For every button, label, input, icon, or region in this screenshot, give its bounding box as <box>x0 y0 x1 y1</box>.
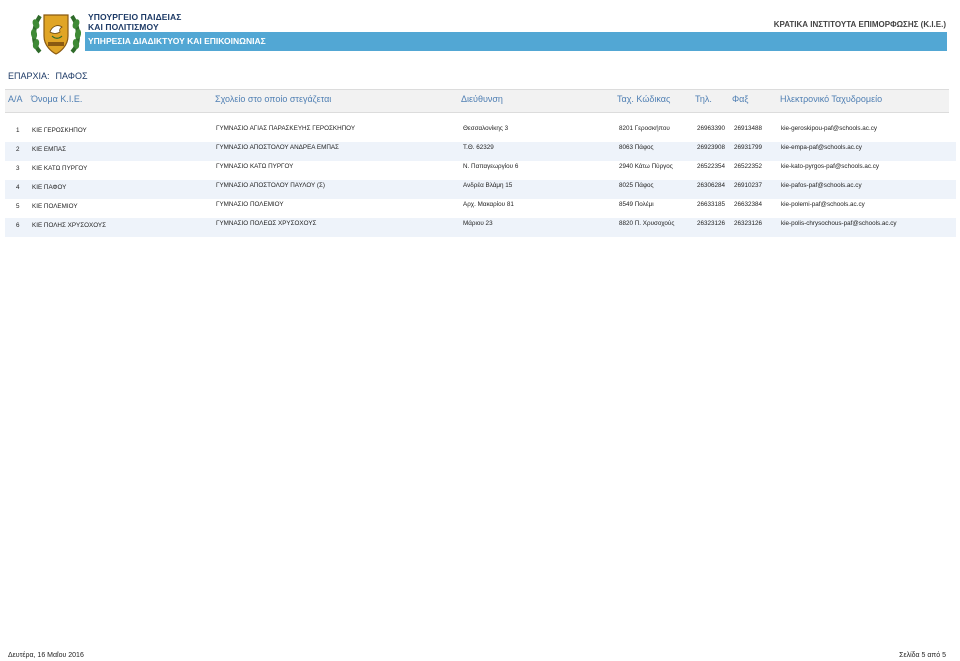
cell-address: Αρχ. Μακαρίου 81 <box>463 201 514 208</box>
cell-email[interactable]: kie-kato-pyrgos-paf@schools.ac.cy <box>781 163 879 170</box>
cell-school: ΓΥΜΝΑΣΙΟ ΑΠΟΣΤΟΛΟΥ ΑΝΔΡΕΑ ΕΜΠΑΣ <box>216 144 339 151</box>
col-header-num: Α/Α <box>8 94 23 104</box>
cell-postal: 2940 Κάτω Πύργος <box>619 163 673 170</box>
footer-page-number: Σελίδα 5 από 5 <box>899 652 946 659</box>
cell-num: 4 <box>16 184 20 191</box>
cell-email[interactable]: kie-polemi-paf@schools.ac.cy <box>781 201 865 208</box>
cell-postal: 8820 Π. Χρυσοχούς <box>619 220 675 227</box>
cell-fax: 26910237 <box>734 182 763 189</box>
table-row: 3 ΚΙΕ ΚΑΤΩ ΠΥΡΓΟΥ ΓΥΜΝΑΣΙΟ ΚΑΤΩ ΠΥΡΓΟΥ Ν… <box>5 161 956 180</box>
cell-school: ΓΥΜΝΑΣΙΟ ΑΠΟΣΤΟΛΟΥ ΠΑΥΛΟΥ (Σ) <box>216 182 325 189</box>
ministry-line-1: ΥΠΟΥΡΓΕΙΟ ΠΑΙΔΕΙΑΣ <box>88 12 182 22</box>
cell-num: 5 <box>16 203 20 210</box>
cell-name: ΚΙΕ ΠΟΛΗΣ ΧΡΥΣΟΧΟΥΣ <box>32 222 107 229</box>
cell-phone: 26306284 <box>697 182 726 189</box>
service-name: ΥΠΗΡΕΣΙΑ ΔΙΑΔΙΚΤΥΟΥ ΚΑΙ ΕΠΙΚΟΙΝΩΝΙΑΣ <box>88 36 266 46</box>
institutes-title: ΚΡΑΤΙΚΑ ΙΝΣΤΙΤΟΥΤΑ ΕΠΙΜΟΡΦΩΣΗΣ (Κ.Ι.Ε.) <box>773 20 946 29</box>
col-header-postal: Ταχ. Κώδικας <box>617 94 671 104</box>
col-header-email: Ηλεκτρονικό Ταχυδρομείο <box>780 94 883 104</box>
col-header-phone: Τηλ. <box>695 94 712 104</box>
cell-school: ΓΥΜΝΑΣΙΟ ΑΓΙΑΣ ΠΑΡΑΣΚΕΥΗΣ ΓΕΡΟΣΚΗΠΟΥ <box>216 125 356 132</box>
table-header: Α/Α Όνομα Κ.Ι.Ε. Σχολείο στο οποίο στεγά… <box>5 89 949 113</box>
cell-name: ΚΙΕ ΕΜΠΑΣ <box>32 146 66 153</box>
table-row: 5 ΚΙΕ ΠΟΛΕΜΙΟΥ ΓΥΜΝΑΣΙΟ ΠΟΛΕΜΙΟΥ Αρχ. Μα… <box>5 199 956 218</box>
cyprus-coat-of-arms-icon <box>30 14 82 55</box>
cell-phone: 26633185 <box>697 201 726 208</box>
cell-num: 3 <box>16 165 20 172</box>
district-line: ΕΠΑΡΧΙΑ: ΠΑΦΟΣ <box>8 71 88 81</box>
col-header-fax: Φαξ <box>732 94 749 104</box>
table-row: 2 ΚΙΕ ΕΜΠΑΣ ΓΥΜΝΑΣΙΟ ΑΠΟΣΤΟΛΟΥ ΑΝΔΡΕΑ ΕΜ… <box>5 142 956 161</box>
cell-email[interactable]: kie-pafos-paf@schools.ac.cy <box>781 182 862 189</box>
ministry-name: ΥΠΟΥΡΓΕΙΟ ΠΑΙΔΕΙΑΣ ΚΑΙ ΠΟΛΙΤΙΣΜΟΥ <box>88 12 181 32</box>
table-row: 6 ΚΙΕ ΠΟΛΗΣ ΧΡΥΣΟΧΟΥΣ ΓΥΜΝΑΣΙΟ ΠΟΛΕΩΣ ΧΡ… <box>5 218 956 237</box>
cell-name: ΚΙΕ ΓΕΡΟΣΚΗΠΟΥ <box>32 127 87 134</box>
cell-phone: 26522354 <box>697 163 726 170</box>
cell-postal: 8025 Πάφος <box>619 182 654 189</box>
cell-email[interactable]: kie-polis-chrysochous-paf@schools.ac.cy <box>781 220 897 227</box>
cell-postal: 8063 Πάφος <box>619 144 654 151</box>
table-row: 1 ΚΙΕ ΓΕΡΟΣΚΗΠΟΥ ΓΥΜΝΑΣΙΟ ΑΓΙΑΣ ΠΑΡΑΣΚΕΥ… <box>5 123 956 142</box>
cell-phone: 26323126 <box>697 220 726 227</box>
cell-phone: 26963390 <box>697 125 726 132</box>
cell-name: ΚΙΕ ΠΑΦΟΥ <box>32 184 67 191</box>
cell-school: ΓΥΜΝΑΣΙΟ ΠΟΛΕΩΣ ΧΡΥΣΟΧΟΥΣ <box>216 220 317 227</box>
cell-num: 1 <box>16 127 20 134</box>
cell-school: ΓΥΜΝΑΣΙΟ ΠΟΛΕΜΙΟΥ <box>216 201 284 208</box>
district-value: ΠΑΦΟΣ <box>55 71 88 81</box>
cell-fax: 26931799 <box>734 144 763 151</box>
table-row: 4 ΚΙΕ ΠΑΦΟΥ ΓΥΜΝΑΣΙΟ ΑΠΟΣΤΟΛΟΥ ΠΑΥΛΟΥ (Σ… <box>5 180 956 199</box>
cell-address: Ανδρέα Βλάμη 15 <box>463 182 513 189</box>
cell-address: Μάριου 23 <box>463 220 493 227</box>
col-header-school: Σχολείο στο οποίο στεγάζεται <box>215 94 332 104</box>
col-header-address: Διεύθυνση <box>461 94 503 104</box>
cell-address: Τ.Θ. 62329 <box>463 144 494 151</box>
cell-postal: 8549 Πολέμι <box>619 201 654 208</box>
cell-fax: 26323126 <box>734 220 763 227</box>
cell-name: ΚΙΕ ΚΑΤΩ ΠΥΡΓΟΥ <box>32 165 88 172</box>
cell-email[interactable]: kie-empa-paf@schools.ac.cy <box>781 144 862 151</box>
cell-fax: 26913488 <box>734 125 763 132</box>
cell-address: Θεσσαλονίκης 3 <box>463 125 509 132</box>
cell-email[interactable]: kie-geroskipou-paf@schools.ac.cy <box>781 125 877 132</box>
cell-fax: 26522352 <box>734 163 763 170</box>
cell-num: 6 <box>16 222 20 229</box>
cell-address: Ν. Παπαγεωργίου 6 <box>463 163 519 170</box>
col-header-name: Όνομα Κ.Ι.Ε. <box>31 94 83 104</box>
cell-name: ΚΙΕ ΠΟΛΕΜΙΟΥ <box>32 203 78 210</box>
cell-school: ΓΥΜΝΑΣΙΟ ΚΑΤΩ ΠΥΡΓΟΥ <box>216 163 294 170</box>
district-label: ΕΠΑΡΧΙΑ: <box>8 71 50 81</box>
cell-num: 2 <box>16 146 20 153</box>
cell-phone: 26923908 <box>697 144 726 151</box>
ministry-line-2: ΚΑΙ ΠΟΛΙΤΙΣΜΟΥ <box>88 22 159 32</box>
footer-date: Δευτέρα, 16 Μαΐου 2016 <box>8 652 84 659</box>
cell-fax: 26632384 <box>734 201 763 208</box>
cell-postal: 8201 Γεροσκήπου <box>619 125 670 132</box>
